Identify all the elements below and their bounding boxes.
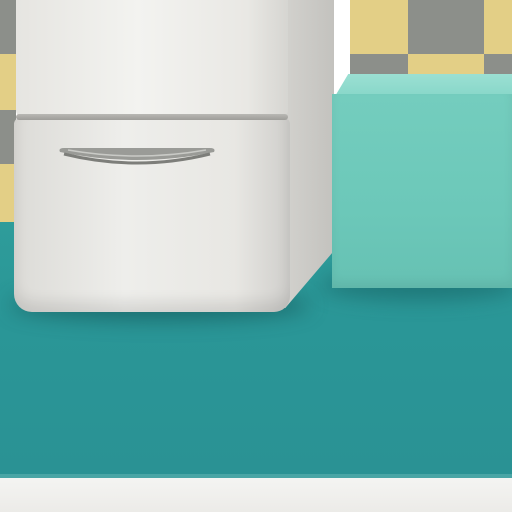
wall-tile xyxy=(408,0,484,54)
wall-tile xyxy=(484,0,512,54)
wall-tile xyxy=(0,54,16,110)
baseboard xyxy=(0,478,512,512)
fridge-handle xyxy=(59,148,215,165)
wall-tile xyxy=(350,0,408,54)
fridge-upper-door xyxy=(16,0,288,118)
kitchen-scene xyxy=(0,0,512,512)
mint-cabinet-block xyxy=(332,94,512,288)
fridge-door-gap xyxy=(16,114,288,120)
wall-tile xyxy=(0,0,16,54)
